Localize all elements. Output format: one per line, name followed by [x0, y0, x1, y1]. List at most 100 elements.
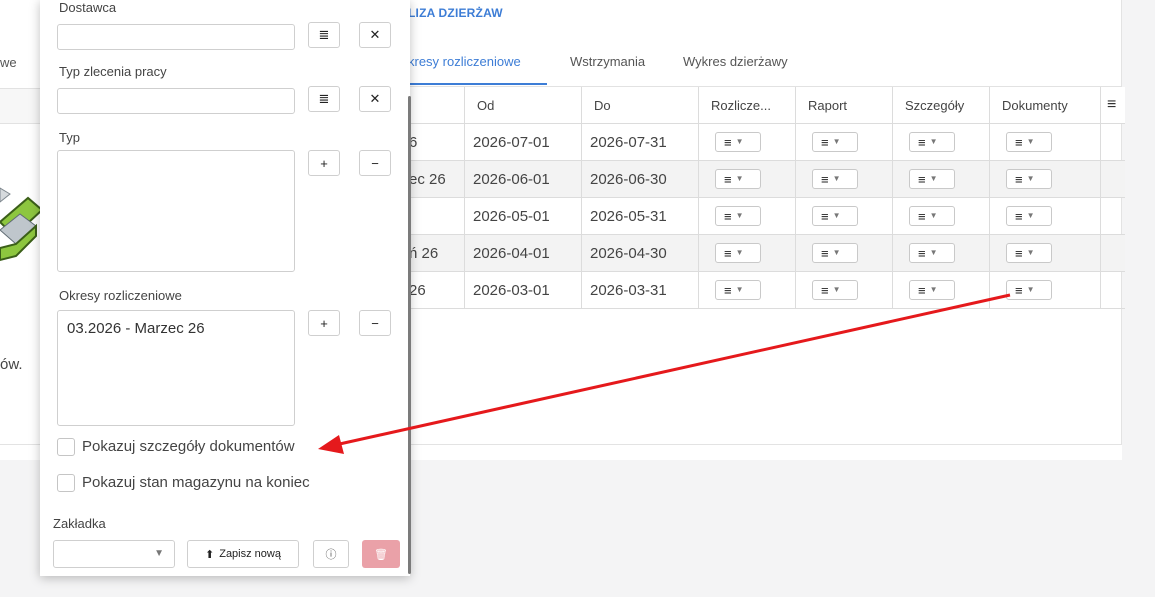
- show-stock-end-checkbox[interactable]: [57, 474, 75, 492]
- column-header-do[interactable]: Do: [581, 87, 699, 124]
- rozliczenie-menu-button[interactable]: ≡ ▼: [715, 280, 761, 300]
- chevron-down-icon: ▼: [1026, 211, 1035, 220]
- dokumenty-menu-button[interactable]: ≡ ▼: [1006, 243, 1052, 263]
- upload-icon: ⬆: [205, 548, 215, 561]
- chevron-down-icon: ▼: [1026, 137, 1035, 146]
- okresy-label: Okresy rozliczeniowe: [59, 288, 182, 303]
- raport-menu-button[interactable]: ≡ ▼: [812, 280, 858, 300]
- row-od: 2026-07-01: [473, 133, 550, 151]
- warehouse-illustration-icon: [0, 187, 42, 262]
- szczegoly-menu-button[interactable]: ≡ ▼: [909, 206, 955, 226]
- raport-menu-button[interactable]: ≡ ▼: [812, 169, 858, 189]
- column-menu-button[interactable]: ≡: [1100, 87, 1125, 124]
- breadcrumb-title[interactable]: LIZA DZIERŻAW: [408, 6, 503, 20]
- typ-remove-button[interactable]: −: [359, 150, 391, 176]
- dostawca-clear-button[interactable]: ✕: [359, 22, 391, 48]
- left-tab-fragment[interactable]: we: [0, 55, 17, 70]
- chevron-down-icon: ▼: [832, 137, 841, 146]
- zakladka-select[interactable]: ▼: [53, 540, 175, 568]
- plus-icon: +: [320, 155, 328, 171]
- minus-icon: −: [371, 155, 379, 171]
- chevron-down-icon: ▼: [929, 211, 938, 220]
- table-row[interactable]: 2026-05-01 2026-05-31 ≡ ▼ ≡ ▼ ≡ ▼ ≡ ▼: [400, 197, 1125, 235]
- typ-zlecenia-list-button[interactable]: ≣: [308, 86, 340, 112]
- chevron-down-icon: ▼: [1026, 174, 1035, 183]
- dokumenty-menu-button[interactable]: ≡ ▼: [1006, 280, 1052, 300]
- chevron-down-icon: ▼: [832, 285, 841, 294]
- panel-scrollbar[interactable]: [408, 96, 411, 574]
- row-do: 2026-06-30: [590, 170, 667, 188]
- chevron-down-icon: ▼: [735, 285, 744, 294]
- row-od: 2026-05-01: [473, 207, 550, 225]
- tab-okresy-rozliczeniowe[interactable]: kresy rozliczeniowe: [408, 54, 521, 69]
- hamburger-icon[interactable]: ≡: [1101, 96, 1116, 113]
- close-icon: ✕: [369, 27, 381, 42]
- typ-zlecenia-label: Typ zlecenia pracy: [59, 64, 167, 79]
- dostawca-list-button[interactable]: ≣: [308, 22, 340, 48]
- chevron-down-icon: ▼: [832, 174, 841, 183]
- szczegoly-menu-button[interactable]: ≡ ▼: [909, 169, 955, 189]
- chevron-down-icon: ▼: [154, 548, 164, 559]
- tab-wstrzymania[interactable]: Wstrzymania: [570, 54, 645, 69]
- table-row[interactable]: 26 2026-03-01 2026-03-31 ≡ ▼ ≡ ▼ ≡ ▼ ≡ ▼: [400, 271, 1125, 309]
- typ-listbox[interactable]: [57, 150, 295, 272]
- column-header-raport[interactable]: Raport: [795, 87, 893, 124]
- chevron-down-icon: ▼: [929, 285, 938, 294]
- chevron-down-icon: ▼: [929, 137, 938, 146]
- rozliczenie-menu-button[interactable]: ≡ ▼: [715, 243, 761, 263]
- chevron-down-icon: ▼: [929, 248, 938, 257]
- row-do: 2026-03-31: [590, 281, 667, 299]
- raport-menu-button[interactable]: ≡ ▼: [812, 132, 858, 152]
- page-background-right: [1122, 0, 1155, 597]
- szczegoly-menu-button[interactable]: ≡ ▼: [909, 132, 955, 152]
- chevron-down-icon: ▼: [735, 248, 744, 257]
- show-document-details-label[interactable]: Pokazuj szczegóły dokumentów: [82, 438, 295, 455]
- tab-bar: kresy rozliczeniowe Wstrzymania Wykres d…: [400, 44, 1122, 87]
- dokumenty-menu-button[interactable]: ≡ ▼: [1006, 132, 1052, 152]
- left-table-header: [0, 88, 40, 124]
- info-icon: ⓘ: [325, 549, 337, 561]
- delete-button[interactable]: 🗑: [362, 540, 400, 568]
- rozliczenie-menu-button[interactable]: ≡ ▼: [715, 206, 761, 226]
- row-do: 2026-04-30: [590, 244, 667, 262]
- chevron-down-icon: ▼: [832, 211, 841, 220]
- chevron-down-icon: ▼: [832, 248, 841, 257]
- trash-icon: 🗑: [374, 548, 388, 561]
- chevron-down-icon: ▼: [1026, 248, 1035, 257]
- column-header-od[interactable]: Od: [464, 87, 582, 124]
- raport-menu-button[interactable]: ≡ ▼: [812, 243, 858, 263]
- zakladka-label: Zakładka: [53, 516, 106, 531]
- rozliczenie-menu-button[interactable]: ≡ ▼: [715, 132, 761, 152]
- okresy-list-item[interactable]: 03.2026 - Marzec 26: [67, 320, 205, 337]
- info-button[interactable]: ⓘ: [313, 540, 349, 568]
- plus-icon: +: [320, 315, 328, 331]
- table-row[interactable]: 6 2026-07-01 2026-07-31 ≡ ▼ ≡ ▼ ≡ ▼ ≡ ▼: [400, 123, 1125, 161]
- szczegoly-menu-button[interactable]: ≡ ▼: [909, 243, 955, 263]
- szczegoly-menu-button[interactable]: ≡ ▼: [909, 280, 955, 300]
- table-row[interactable]: ec 26 2026-06-01 2026-06-30 ≡ ▼ ≡ ▼ ≡ ▼ ≡ ▼: [400, 160, 1125, 198]
- typ-zlecenia-input[interactable]: [57, 88, 295, 114]
- chevron-down-icon: ▼: [929, 174, 938, 183]
- dokumenty-menu-button[interactable]: ≡ ▼: [1006, 206, 1052, 226]
- table-row[interactable]: ń 26 2026-04-01 2026-04-30 ≡ ▼ ≡ ▼ ≡ ▼ ≡ ▼: [400, 234, 1125, 272]
- okresy-add-button[interactable]: +: [308, 310, 340, 336]
- okresy-remove-button[interactable]: −: [359, 310, 391, 336]
- chevron-down-icon: ▼: [1026, 285, 1035, 294]
- column-header-rozliczenie[interactable]: Rozlicze...: [698, 87, 796, 124]
- column-header-dokumenty[interactable]: Dokumenty: [989, 87, 1101, 124]
- column-header-szczegoly[interactable]: Szczegóły: [892, 87, 990, 124]
- show-stock-end-label[interactable]: Pokazuj stan magazynu na koniec: [82, 474, 310, 491]
- minus-icon: −: [371, 315, 379, 331]
- rozliczenie-menu-button[interactable]: ≡ ▼: [715, 169, 761, 189]
- dostawca-input[interactable]: [57, 24, 295, 50]
- save-new-button[interactable]: ⬆ Zapisz nową: [187, 540, 299, 568]
- save-new-label: Zapisz nową: [219, 548, 281, 560]
- tab-wykres-dzierzawy[interactable]: Wykres dzierżawy: [683, 54, 788, 69]
- typ-zlecenia-clear-button[interactable]: ✕: [359, 86, 391, 112]
- show-document-details-checkbox[interactable]: [57, 438, 75, 456]
- dokumenty-menu-button[interactable]: ≡ ▼: [1006, 169, 1052, 189]
- raport-menu-button[interactable]: ≡ ▼: [812, 206, 858, 226]
- close-icon: ✕: [369, 91, 381, 106]
- chevron-down-icon: ▼: [735, 211, 744, 220]
- typ-add-button[interactable]: +: [308, 150, 340, 176]
